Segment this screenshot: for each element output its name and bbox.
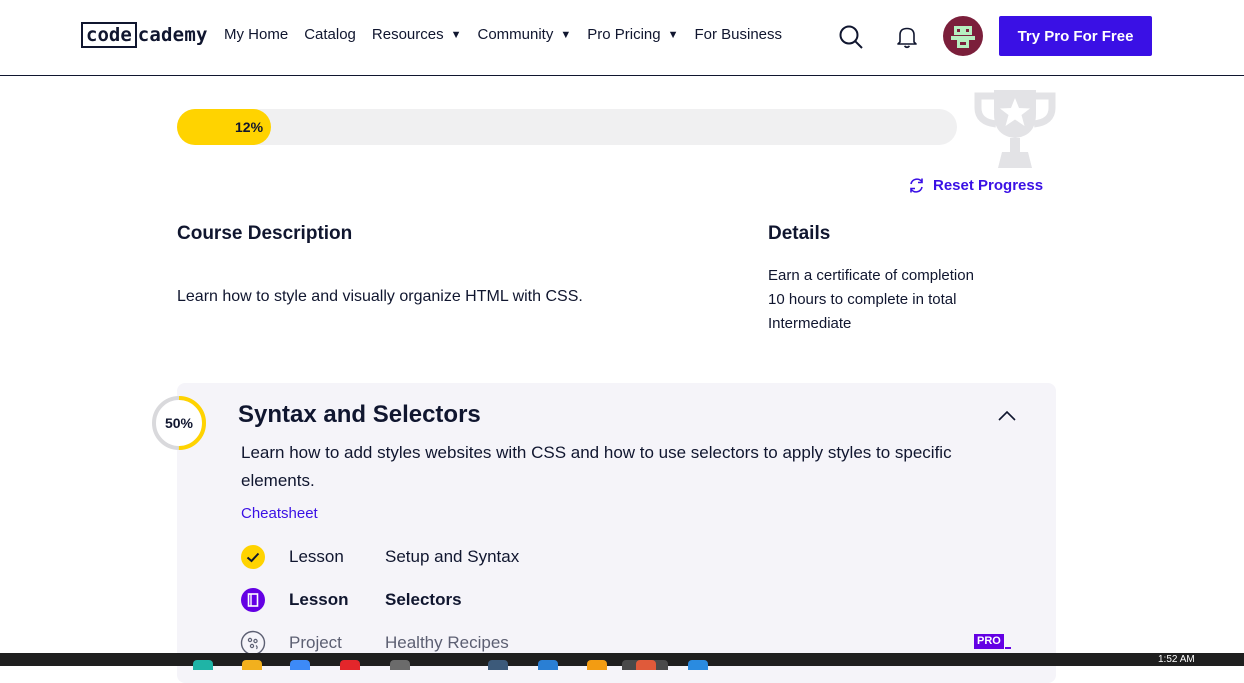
nav-item-community[interactable]: Community ▼ (477, 26, 571, 43)
codecademy-logo[interactable]: code cademy (81, 22, 208, 48)
nav-item-pro-pricing[interactable]: Pro Pricing ▼ (587, 26, 678, 43)
chevron-up-icon[interactable] (996, 408, 1018, 424)
search-icon[interactable] (838, 24, 864, 50)
details-heading: Details (768, 223, 831, 244)
module-item-selectors[interactable]: Lesson Selectors (240, 587, 462, 613)
taskbar-clock[interactable]: 1:52 AM (1158, 654, 1195, 665)
item-type: Lesson (289, 590, 349, 609)
item-name: Healthy Recipes (385, 633, 509, 652)
detail-level: Intermediate (768, 315, 852, 332)
nav-item-for-business[interactable]: For Business (694, 26, 782, 43)
robot-avatar-icon (951, 26, 975, 48)
item-type: Project (289, 633, 342, 652)
nav-label: Community (477, 26, 554, 43)
try-pro-button[interactable]: Try Pro For Free (999, 16, 1152, 56)
nav-label: Catalog (304, 26, 356, 43)
pro-badge-underline (1004, 647, 1011, 649)
module-progress-label: 50% (164, 415, 194, 431)
course-description-heading: Course Description (177, 223, 353, 244)
refresh-icon (910, 178, 923, 193)
nav-label: Resources (371, 26, 444, 43)
nav-label: Pro Pricing (587, 26, 661, 43)
taskbar-app-icon[interactable] (290, 660, 310, 670)
taskbar-chrome-icon[interactable] (636, 660, 656, 670)
avatar[interactable] (943, 16, 983, 56)
module-description: Learn how to add styles websites with CS… (241, 443, 952, 490)
detail-certificate: Earn a certificate of completion (768, 267, 974, 284)
module-item-setup-and-syntax[interactable]: Lesson Setup and Syntax (240, 544, 519, 570)
caret-down-icon: ▼ (560, 28, 572, 41)
reset-progress-label: Reset Progress (933, 177, 1044, 194)
item-type: Lesson (289, 547, 344, 566)
top-navigation-bar: code cademy My Home Catalog Resources ▼ C… (0, 0, 1244, 76)
pro-badge-label: PRO (974, 634, 1004, 649)
detail-duration: 10 hours to complete in total (768, 291, 957, 308)
details-list: Earn a certificate of completion 10 hour… (768, 264, 974, 336)
lesson-book-icon (241, 588, 265, 612)
course-progress-bar: 12% (177, 109, 957, 145)
bell-icon[interactable] (896, 25, 918, 49)
module-title[interactable]: Syntax and Selectors (238, 401, 481, 429)
taskbar-app-icon[interactable] (488, 660, 508, 670)
taskbar-folder-icon[interactable] (242, 660, 262, 670)
logo-code-text: code (81, 22, 137, 48)
taskbar-browser-icon[interactable] (340, 660, 360, 670)
nav-item-resources[interactable]: Resources ▼ (372, 26, 462, 43)
progress-percent-label: 12% (235, 119, 264, 135)
taskbar-app-icon[interactable] (538, 660, 558, 670)
taskbar-app-icon[interactable] (688, 660, 708, 670)
logo-cademy-text: cademy (137, 24, 208, 46)
nav-label: My Home (224, 26, 289, 43)
caret-down-icon: ▼ (667, 28, 679, 41)
taskbar-app-icon[interactable] (587, 660, 607, 670)
taskbar-app-icon[interactable] (390, 660, 410, 670)
check-circle-icon (241, 545, 265, 569)
item-name: Selectors (385, 590, 462, 609)
caret-down-icon: ▼ (450, 28, 462, 41)
main-nav: My Home Catalog Resources ▼ Community ▼ Pr… (224, 26, 798, 43)
reset-progress-button[interactable]: Reset Progress (908, 177, 1043, 194)
pro-badge: PRO (974, 633, 1011, 649)
nav-label: For Business (694, 26, 783, 43)
taskbar-app-icon[interactable] (193, 660, 213, 670)
course-description-text: Learn how to style and visually organize… (177, 288, 583, 305)
trophy-icon (974, 90, 1056, 168)
cheatsheet-link[interactable]: Cheatsheet (241, 505, 318, 522)
item-name: Setup and Syntax (385, 547, 520, 566)
nav-item-catalog[interactable]: Catalog (304, 26, 356, 43)
nav-item-my-home[interactable]: My Home (224, 26, 288, 43)
